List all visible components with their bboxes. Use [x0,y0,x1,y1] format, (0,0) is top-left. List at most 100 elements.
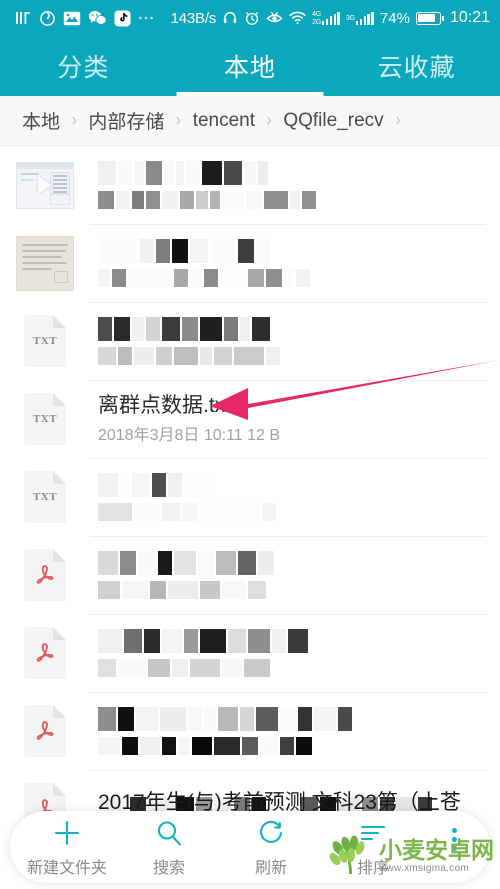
mosaic-block [174,347,198,365]
file-row[interactable]: TXT 离群点数据.txt 2018年3月8日 10:11 12 B [0,380,500,458]
mosaic-block [132,473,150,497]
refresh-label: 刷新 [254,859,287,877]
breadcrumb-item-local[interactable]: 本地 [20,107,62,134]
mosaic-block [150,581,166,599]
mosaic-block [238,239,254,263]
file-row[interactable] [0,146,500,224]
censored-text [98,317,486,341]
mosaic-block [162,629,182,653]
mosaic-block [116,191,130,209]
mosaic-block [118,161,132,185]
censored-text [98,707,486,731]
censored-text [98,269,486,287]
tab-local[interactable]: 本地 [167,36,334,96]
mosaic-block [264,191,288,209]
search-icon [154,817,184,849]
new-folder-button[interactable]: 新建文件夹 [16,811,118,883]
mosaic-block [98,473,118,497]
mosaic-block [224,161,242,185]
mosaic-block [246,191,262,209]
mosaic-block [202,161,222,185]
more-vertical-icon [451,827,457,851]
mosaic-block [198,551,214,575]
battery-percent-label: 74% [379,9,410,27]
file-row[interactable]: TXT [0,458,500,536]
mosaic-block [98,581,120,599]
mosaic-block [178,737,190,755]
sim1-signal-icon: 4G 2G [312,11,341,26]
tiktok-icon [114,9,131,27]
file-list[interactable]: TXT TXT 离群点数据.txt 2018年3月8日 10:11 12 B T… [0,146,500,848]
censored-text [98,473,486,497]
mosaic-block [162,737,176,755]
censored-text [98,239,486,263]
file-row[interactable] [0,536,500,614]
mosaic-block [338,707,352,731]
mosaic-block [118,707,134,731]
mosaic-block [190,659,220,677]
censored-text [98,629,486,653]
mosaic-block [164,161,174,185]
file-row[interactable] [0,614,500,692]
refresh-button[interactable]: 刷新 [220,811,322,883]
file-icon [14,154,76,216]
mosaic-block [256,239,270,263]
mosaic-block [190,239,208,263]
chevron-right-icon: › [71,109,77,131]
mosaic-block [200,347,212,365]
mosaic-block [162,503,180,521]
censored-text [98,737,486,755]
mosaic-block [200,629,226,653]
censored-text [98,347,486,365]
mosaic-block [256,707,278,731]
mosaic-block [248,269,264,287]
mosaic-block [296,737,312,755]
txt-file-icon-label: TXT [32,413,58,425]
chevron-right-icon: › [395,109,401,131]
mosaic-block [204,707,216,731]
sort-button[interactable]: 排序 [322,811,424,883]
mosaic-block [120,551,136,575]
mosaic-block [98,269,110,287]
mosaic-block [288,629,308,653]
mosaic-block [160,707,186,731]
status-system-icons: 143B/s 4G 2G 3G 74% 10:21 [171,9,490,27]
file-row[interactable] [0,224,500,302]
mosaic-block [172,239,188,263]
mosaic-block [258,551,274,575]
breadcrumb-item-qqfile-recv[interactable]: QQfile_recv [281,110,385,132]
mosaic-block [210,239,236,263]
txt-file-icon: TXT [24,315,66,367]
mosaic-block [138,551,156,575]
tab-categories[interactable]: 分类 [0,36,167,96]
mosaic-block [118,659,146,677]
file-row[interactable] [0,692,500,770]
mosaic-block [174,269,188,287]
breadcrumb-item-tencent[interactable]: tencent [191,110,257,132]
mosaic-block [124,629,142,653]
search-button[interactable]: 搜索 [118,811,220,883]
mosaic-block [174,551,196,575]
mosaic-block [290,191,300,209]
tab-cloud-favorites-label: 云收藏 [377,54,456,82]
breadcrumb-item-internal-storage[interactable]: 内部存储 [86,107,166,134]
sim2-signal-icon: 3G [346,11,374,25]
mosaic-block [184,473,214,497]
mosaic-block [200,503,260,521]
alarm-icon [244,10,260,26]
mosaic-block [186,161,200,185]
file-icon [14,544,76,606]
mosaic-block [122,737,138,755]
tab-cloud-favorites[interactable]: 云收藏 [333,36,500,96]
mosaic-block [120,473,130,497]
mosaic-block [98,707,116,731]
mosaic-block [280,737,294,755]
mosaic-block [98,503,132,521]
censored-text [98,503,486,521]
file-row[interactable]: TXT [0,302,500,380]
mosaic-block [98,347,116,365]
mosaic-block [156,347,172,365]
more-options-button[interactable] [424,811,484,883]
search-label: 搜索 [152,859,185,877]
mosaic-block [222,659,242,677]
